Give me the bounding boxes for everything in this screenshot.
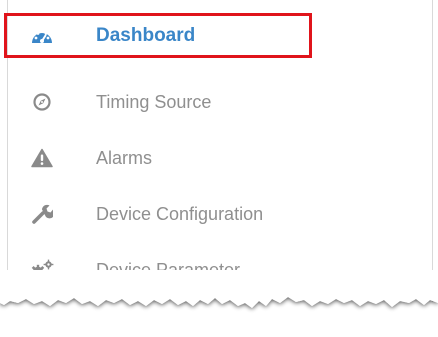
sidebar-right-border: [432, 0, 433, 302]
dashboard-gauge-icon: [28, 22, 56, 50]
sidebar-item-timing-source[interactable]: Timing Source: [8, 74, 432, 130]
warning-icon: [28, 144, 56, 172]
wrench-icon: [28, 200, 56, 228]
sidebar-item-label: Alarms: [96, 147, 153, 168]
sidebar-item-alarms[interactable]: Alarms: [8, 130, 432, 186]
sidebar-item-label: Device Configuration: [96, 203, 264, 224]
sidebar-item-dashboard[interactable]: Dashboard: [8, 8, 432, 64]
sidebar-item-label: Dashboard: [96, 25, 196, 46]
compass-icon: [28, 88, 56, 116]
sidebar-item-device-configuration[interactable]: Device Configuration: [8, 186, 432, 242]
sidebar-item-label: Timing Source: [96, 91, 212, 112]
sidebar-menu-screenshot: Dashboard Timing Source Alarms Device Co…: [0, 0, 438, 337]
torn-paper-edge: [0, 270, 438, 308]
